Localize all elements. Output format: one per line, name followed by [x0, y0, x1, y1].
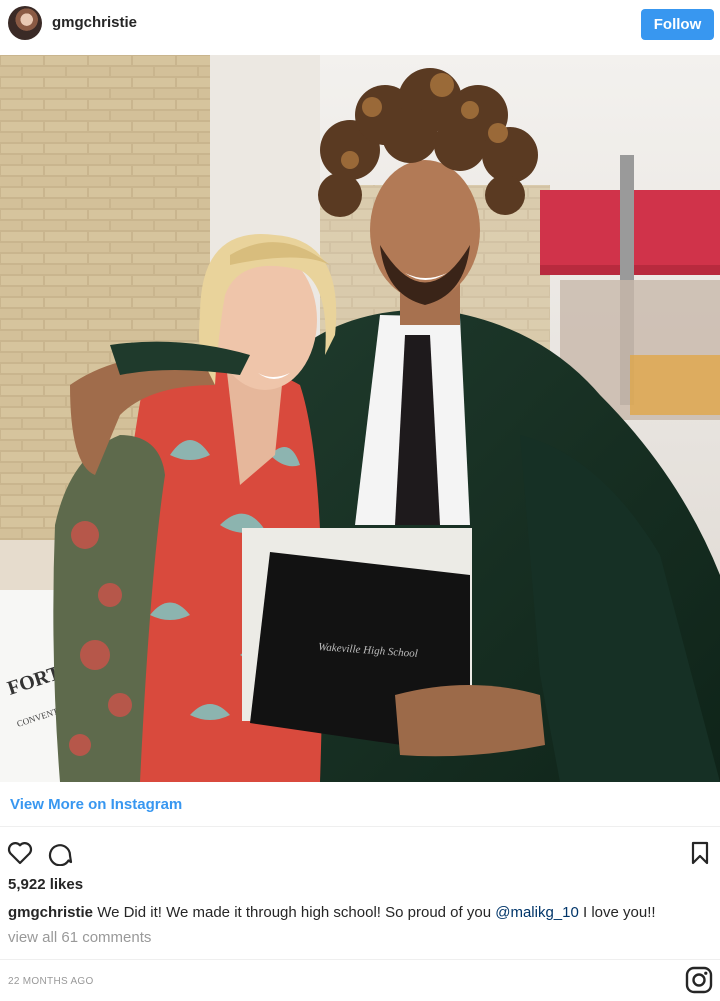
header-username[interactable]: gmgchristie — [52, 14, 137, 31]
comment-icon[interactable] — [46, 839, 74, 867]
heart-icon[interactable] — [6, 839, 34, 867]
caption-mention[interactable]: @malikg_10 — [495, 904, 579, 921]
instagram-logo-icon[interactable] — [685, 966, 713, 994]
likes-count[interactable]: 5,922 likes — [8, 876, 83, 893]
divider — [0, 826, 720, 827]
likes-label: likes — [49, 876, 84, 893]
bookmark-icon[interactable] — [686, 839, 714, 867]
post-photo[interactable]: FORT W CONVENTION Wakeville High School — [0, 55, 720, 782]
view-more-link[interactable]: View More on Instagram — [10, 796, 182, 813]
caption-text-end: I love you!! — [583, 904, 656, 921]
caption-username[interactable]: gmgchristie — [8, 904, 93, 921]
follow-button[interactable]: Follow — [641, 9, 714, 40]
divider — [0, 959, 720, 960]
likes-number: 5,922 — [8, 876, 46, 893]
caption-text: We Did it! We made it through high schoo… — [97, 904, 492, 921]
post-header: gmgchristie Follow — [0, 0, 720, 48]
post-timestamp[interactable]: 22 MONTHS AGO — [8, 976, 94, 987]
profile-avatar[interactable] — [8, 6, 42, 40]
post-caption: gmgchristie We Did it! We made it throug… — [8, 904, 713, 921]
view-all-comments-link[interactable]: view all 61 comments — [8, 929, 151, 946]
instagram-embed: gmgchristie Follow FORT W CONVENTION Wak… — [0, 0, 720, 1001]
